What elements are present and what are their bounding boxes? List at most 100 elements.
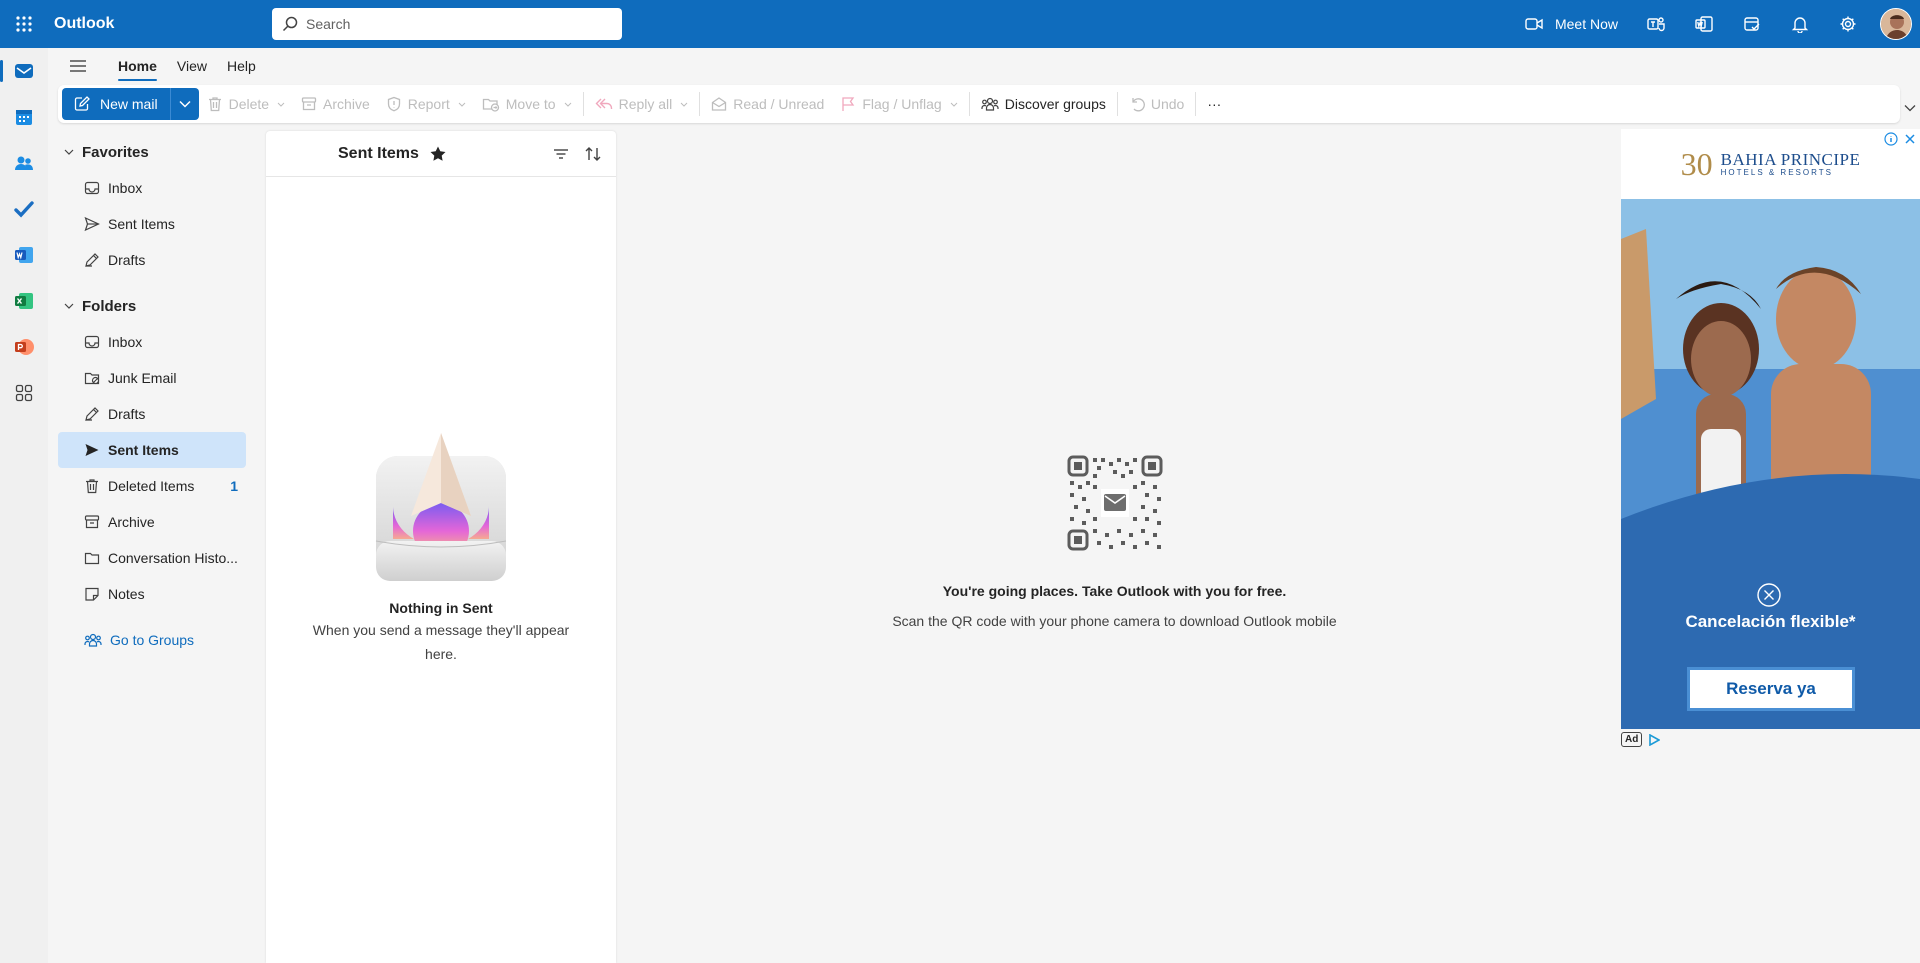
qr-code-image — [1067, 455, 1163, 551]
sent-empty-illustration — [266, 431, 616, 586]
word-online-icon[interactable] — [1680, 0, 1728, 48]
search-input[interactable]: Search — [272, 8, 622, 40]
tab-help[interactable]: Help — [217, 48, 266, 84]
folder-label: Drafts — [108, 252, 146, 268]
ad-cta-button[interactable]: Reserva ya — [1687, 667, 1855, 711]
tab-home[interactable]: Home — [108, 48, 167, 84]
reply-all-label: Reply all — [618, 96, 673, 112]
hamburger-menu-icon[interactable] — [48, 48, 108, 84]
folder-label: Junk Email — [108, 370, 177, 386]
folder-item-notes[interactable]: Notes — [58, 576, 246, 612]
advertisement-banner[interactable]: 30 BAHIA PRINCIPE HOTELS & RESORTS Cance… — [1621, 129, 1920, 729]
ribbon-tabs: Home View Help — [48, 48, 1920, 84]
folder-move-icon — [482, 96, 500, 112]
shield-icon — [386, 96, 402, 112]
rail-people-icon[interactable] — [0, 140, 48, 186]
ad-logo: 30 BAHIA PRINCIPE HOTELS & RESORTS — [1621, 129, 1920, 199]
rail-calendar-icon[interactable] — [0, 94, 48, 140]
archive-icon — [301, 96, 317, 112]
new-mail-button[interactable]: New mail — [62, 88, 171, 120]
folder-item-junk-email[interactable]: Junk Email — [58, 360, 246, 396]
folder-item-inbox[interactable]: Inbox — [58, 324, 246, 360]
favorites-item-sent-items[interactable]: Sent Items — [58, 206, 246, 242]
meet-now-label: Meet Now — [1554, 16, 1618, 32]
reply-all-button[interactable]: Reply all — [587, 88, 697, 120]
archive-icon — [84, 514, 100, 530]
archive-button[interactable]: Archive — [293, 88, 378, 120]
flag-unflag-label: Flag / Unflag — [862, 96, 942, 112]
filter-icon[interactable] — [552, 145, 570, 163]
empty-state-text: When you send a message they'll appear h… — [312, 622, 570, 662]
delete-label: Delete — [228, 96, 270, 112]
ad-close-icon[interactable] — [1903, 132, 1917, 146]
meet-now-button[interactable]: Meet Now — [1511, 0, 1632, 48]
folder-label: Conversation Histo... — [108, 550, 238, 566]
rail-word-icon[interactable] — [0, 232, 48, 278]
new-mail-split-button: New mail — [62, 88, 199, 120]
folder-item-sent-items[interactable]: Sent Items — [58, 432, 246, 468]
rail-excel-icon[interactable] — [0, 278, 48, 324]
undo-icon — [1129, 96, 1145, 112]
empty-state-title: Nothing in Sent — [389, 600, 493, 616]
settings-gear-icon[interactable] — [1824, 0, 1872, 48]
reading-pane: You're going places. Take Outlook with y… — [617, 131, 1612, 963]
reply-all-icon — [595, 97, 613, 111]
adchoices-icon[interactable] — [1648, 733, 1661, 746]
report-button[interactable]: Report — [378, 88, 474, 120]
chevron-down-icon — [458, 102, 466, 107]
favorites-title: Favorites — [82, 143, 149, 161]
discover-groups-button[interactable]: Discover groups — [973, 88, 1114, 120]
folder-label: Sent Items — [108, 442, 179, 458]
message-list-tools — [552, 145, 602, 163]
new-mail-label: New mail — [100, 96, 158, 112]
app-launcher-icon[interactable] — [0, 0, 48, 48]
move-to-button[interactable]: Move to — [474, 88, 580, 120]
ad-info-icon[interactable] — [1884, 132, 1898, 146]
rail-powerpoint-icon[interactable] — [0, 324, 48, 370]
go-to-groups-link[interactable]: Go to Groups — [58, 622, 246, 658]
trash-icon — [207, 96, 223, 112]
rail-mail-icon[interactable] — [0, 48, 48, 94]
chevron-down-icon — [277, 102, 285, 107]
envelope-open-icon — [711, 96, 727, 112]
favorites-item-inbox[interactable]: Inbox — [58, 170, 246, 206]
ribbon-divider — [1116, 92, 1118, 116]
avatar[interactable] — [1880, 8, 1912, 40]
teams-icon[interactable] — [1632, 0, 1680, 48]
tab-view[interactable]: View — [167, 48, 217, 84]
folder-item-deleted-items[interactable]: Deleted Items 1 — [58, 468, 246, 504]
favorites-item-drafts[interactable]: Drafts — [58, 242, 246, 278]
folder-item-archive[interactable]: Archive — [58, 504, 246, 540]
move-to-label: Move to — [505, 96, 556, 112]
empty-state: Nothing in Sent When you send a message … — [266, 431, 616, 666]
delete-button[interactable]: Delete — [199, 88, 293, 120]
folder-item-conversation-history[interactable]: Conversation Histo... — [58, 540, 246, 576]
ad-logo-name: BAHIA PRINCIPE — [1720, 149, 1861, 169]
app-title[interactable]: Outlook — [54, 15, 272, 33]
folder-item-drafts[interactable]: Drafts — [58, 396, 246, 432]
new-mail-dropdown-chevron-icon[interactable] — [171, 88, 199, 120]
rail-todo-icon[interactable] — [0, 186, 48, 232]
more-options-button[interactable]: ··· — [1199, 88, 1229, 120]
undo-button[interactable]: Undo — [1121, 88, 1192, 120]
unread-count-badge: 1 — [230, 478, 238, 494]
notes-icon — [84, 586, 100, 602]
rail-more-apps-icon[interactable] — [0, 370, 48, 416]
message-list-title: Sent Items — [338, 144, 419, 162]
expand-ribbon-chevron-icon[interactable] — [1904, 104, 1916, 112]
sort-icon[interactable] — [584, 145, 602, 163]
ribbon-divider — [1195, 92, 1197, 116]
folders-header[interactable]: Folders — [58, 288, 246, 324]
my-day-icon[interactable] — [1728, 0, 1776, 48]
chevron-down-icon — [950, 102, 958, 107]
favorites-header[interactable]: Favorites — [58, 134, 246, 170]
flag-icon — [840, 96, 856, 112]
notifications-bell-icon[interactable] — [1776, 0, 1824, 48]
favorite-star-icon[interactable] — [429, 145, 447, 163]
undo-label: Undo — [1150, 96, 1185, 112]
flag-unflag-button[interactable]: Flag / Unflag — [832, 88, 965, 120]
ribbon-divider — [699, 92, 701, 116]
read-unread-button[interactable]: Read / Unread — [703, 88, 832, 120]
people-group-icon — [981, 96, 999, 112]
folder-label: Inbox — [108, 180, 143, 196]
